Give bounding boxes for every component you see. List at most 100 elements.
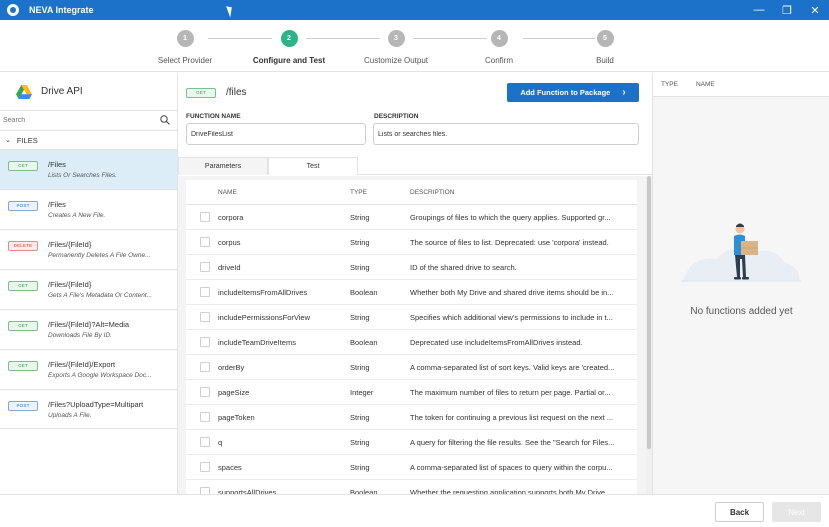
tab-parameters[interactable]: Parameters xyxy=(178,157,268,175)
wizard-stepper: 1 Select Provider 2 Configure and Test 3… xyxy=(0,20,829,72)
method-badge: GET xyxy=(8,161,38,171)
row-checkbox[interactable] xyxy=(200,337,210,347)
param-type: String xyxy=(350,312,370,322)
step-configure-and-test[interactable]: 2 Configure and Test xyxy=(234,30,344,65)
row-checkbox[interactable] xyxy=(200,412,210,422)
table-row[interactable]: includeTeamDriveItems Boolean Deprecated u… xyxy=(186,330,637,355)
package-empty-state: No functions added yet xyxy=(653,97,829,494)
back-button[interactable]: Back xyxy=(715,502,764,522)
sidebar-item-download-file[interactable]: GET /Files/{FileId}?Alt=Media Downloads … xyxy=(0,309,177,349)
sidebar-item-post-files[interactable]: POST /Files Creates A New File. xyxy=(0,189,177,229)
table-row[interactable]: q String A query for filtering the file re… xyxy=(186,430,637,455)
function-name-input[interactable] xyxy=(186,123,366,145)
endpoint-path: /files xyxy=(226,87,247,98)
google-drive-icon xyxy=(16,84,32,99)
method-badge: GET xyxy=(8,281,38,291)
table-row[interactable]: includeItemsFromAllDrives Boolean Whether … xyxy=(186,280,637,305)
description-input[interactable] xyxy=(373,123,639,145)
function-path: /Files?UploadType=Multipart xyxy=(48,400,144,409)
row-checkbox[interactable] xyxy=(200,362,210,372)
row-checkbox-cell xyxy=(186,362,218,372)
step-select-provider[interactable]: 1 Select Provider xyxy=(130,30,240,65)
param-type: Boolean xyxy=(350,337,378,347)
search-icon[interactable] xyxy=(160,115,170,125)
function-path: /Files/{FileId}/Export xyxy=(48,360,116,369)
app-window: NEVA Integrate — ❐ ✕ 1 Select Provider 2… xyxy=(0,0,829,527)
files-section-toggle[interactable]: ⌄ FILES xyxy=(0,131,177,149)
row-checkbox[interactable] xyxy=(200,462,210,472)
row-checkbox[interactable] xyxy=(200,237,210,247)
param-name: includePermissionsForView xyxy=(218,312,310,322)
table-row[interactable]: corpus String The source of files to list.… xyxy=(186,230,637,255)
row-checkbox[interactable] xyxy=(200,212,210,222)
package-table-header: TYPE NAME xyxy=(653,73,829,97)
step-number: 3 xyxy=(387,30,405,47)
header-type: TYPE xyxy=(661,81,678,88)
description-label: DESCRIPTION xyxy=(374,113,419,120)
sidebar-item-get-files[interactable]: GET /Files Lists Or Searches Files. xyxy=(0,149,177,189)
row-checkbox-cell xyxy=(186,387,218,397)
step-label: Customize Output xyxy=(363,56,429,65)
api-name: Drive API xyxy=(41,86,83,97)
add-function-button[interactable]: Add Function to Package › xyxy=(507,83,639,102)
minimize-button[interactable]: — xyxy=(745,0,773,20)
tab-bar: Parameters Test xyxy=(178,157,652,175)
step-number: 1 xyxy=(176,30,194,47)
search-input[interactable] xyxy=(3,117,153,124)
row-checkbox-cell xyxy=(186,487,218,494)
sidebar-item-delete-file[interactable]: DELETE /Files/{FileId} Permanently Delet… xyxy=(0,229,177,269)
function-description: Uploads A File. xyxy=(48,412,92,419)
param-name: corpora xyxy=(218,212,244,222)
param-type: String xyxy=(350,362,370,372)
param-name: pageSize xyxy=(218,387,250,397)
step-build[interactable]: 5 Build xyxy=(550,30,660,65)
row-checkbox[interactable] xyxy=(200,262,210,272)
next-button[interactable]: Next xyxy=(772,502,821,522)
row-checkbox[interactable] xyxy=(200,312,210,322)
step-confirm[interactable]: 4 Confirm xyxy=(444,30,554,65)
param-description: Groupings of files to which the query ap… xyxy=(410,212,611,222)
table-row[interactable]: driveId String ID of the shared drive to s… xyxy=(186,255,637,280)
param-name: orderBy xyxy=(218,362,245,372)
chevron-right-icon: › xyxy=(622,87,626,98)
empty-state-illustration xyxy=(681,223,801,282)
param-description: A query for filtering the file results. … xyxy=(410,437,615,447)
param-description: ID of the shared drive to search. xyxy=(410,262,517,272)
param-description: The token for continuing a previous list… xyxy=(410,412,614,422)
step-number: 5 xyxy=(596,30,614,47)
table-row[interactable]: pageSize Integer The maximum number of fil… xyxy=(186,380,637,405)
table-row[interactable]: corpora String Groupings of files to which… xyxy=(186,205,637,230)
section-label: FILES xyxy=(16,135,38,145)
param-name: includeTeamDriveItems xyxy=(218,337,296,347)
row-checkbox[interactable] xyxy=(200,287,210,297)
step-customize-output[interactable]: 3 Customize Output xyxy=(341,30,451,65)
step-label: Configure and Test xyxy=(252,56,326,65)
table-row[interactable]: orderBy String A comma-separated list of s… xyxy=(186,355,637,380)
step-label: Select Provider xyxy=(157,56,213,65)
close-button[interactable]: ✕ xyxy=(801,0,829,20)
title-bar: NEVA Integrate — ❐ ✕ xyxy=(0,0,829,20)
row-checkbox[interactable] xyxy=(200,387,210,397)
param-name: includeItemsFromAllDrives xyxy=(218,287,308,297)
step-label: Build xyxy=(596,56,614,65)
function-path: /Files xyxy=(48,200,66,209)
param-name: driveId xyxy=(218,262,241,272)
param-name: corpus xyxy=(218,237,241,247)
table-row[interactable]: spaces String A comma-separated list of sp… xyxy=(186,455,637,480)
table-row[interactable]: includePermissionsForView String Specifies… xyxy=(186,305,637,330)
add-function-label: Add Function to Package xyxy=(520,88,611,97)
param-description: A comma-separated list of spaces to quer… xyxy=(410,462,613,472)
scrollbar-thumb[interactable] xyxy=(647,176,651,449)
header-name: NAME xyxy=(695,81,715,88)
tab-test[interactable]: Test xyxy=(268,157,358,175)
sidebar-item-get-file[interactable]: GET /Files/{FileId} Gets A File's Metada… xyxy=(0,269,177,309)
row-checkbox[interactable] xyxy=(200,487,210,494)
maximize-button[interactable]: ❐ xyxy=(773,0,801,20)
step-number: 4 xyxy=(490,30,508,47)
table-row[interactable]: supportsAllDrives Boolean Whether the requ… xyxy=(186,480,637,494)
table-row[interactable]: pageToken String The token for continuing … xyxy=(186,405,637,430)
sidebar-item-export-file[interactable]: GET /Files/{FileId}/Export Exports A Goo… xyxy=(0,349,177,389)
row-checkbox[interactable] xyxy=(200,437,210,447)
function-name-label: FUNCTION NAME xyxy=(186,113,241,120)
sidebar-item-upload-file[interactable]: POST /Files?UploadType=Multipart Uploads… xyxy=(0,389,177,429)
